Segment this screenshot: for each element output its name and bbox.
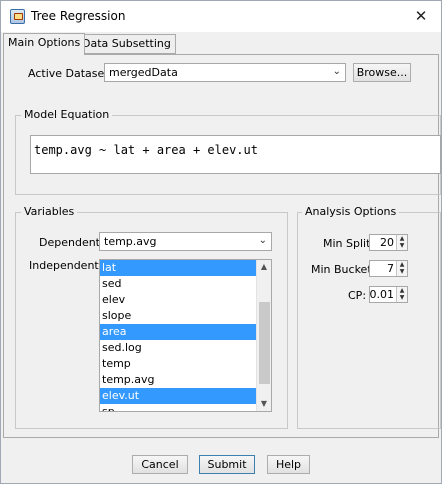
- app-icon: [10, 9, 25, 24]
- list-item-area[interactable]: area: [100, 324, 256, 340]
- model-equation-field[interactable]: temp.avg ~ lat + area + elev.ut: [30, 135, 441, 174]
- tab-main-options[interactable]: Main Options: [3, 33, 86, 55]
- scroll-down-icon[interactable]: ▼: [257, 397, 271, 411]
- scroll-up-icon[interactable]: ▲: [257, 260, 271, 274]
- list-item-sp[interactable]: sp: [100, 404, 256, 411]
- window-title: Tree Regression: [31, 9, 126, 23]
- min-bucket-value: 7: [387, 262, 394, 275]
- title-bar: Tree Regression ✕: [1, 1, 441, 32]
- decrement-icon[interactable]: ▼: [397, 294, 407, 301]
- help-button[interactable]: Help: [267, 455, 310, 474]
- min-bucket-spinner[interactable]: 7 ▲ ▼: [369, 260, 408, 277]
- list-item-sed-log[interactable]: sed.log: [100, 340, 256, 356]
- list-item-temp-avg[interactable]: temp.avg: [100, 372, 256, 388]
- decrement-icon[interactable]: ▼: [397, 242, 407, 249]
- min-split-label: Min Split:: [323, 237, 375, 250]
- close-button[interactable]: ✕: [407, 5, 435, 27]
- list-item-sed[interactable]: sed: [100, 276, 256, 292]
- tree-regression-dialog: Tree Regression ✕ Main Options Data Subs…: [0, 0, 442, 484]
- list-item-elev[interactable]: elev: [100, 292, 256, 308]
- cancel-button[interactable]: Cancel: [132, 455, 188, 474]
- variables-title: Variables: [21, 205, 78, 218]
- decrement-icon[interactable]: ▼: [397, 268, 407, 275]
- active-dataset-label: Active Dataset:: [28, 67, 113, 80]
- increment-icon[interactable]: ▲: [397, 235, 407, 242]
- tab-data-subsetting[interactable]: Data Subsetting: [77, 34, 176, 54]
- model-equation-title: Model Equation: [21, 108, 113, 121]
- list-item-elev-ut[interactable]: elev.ut: [100, 388, 256, 404]
- min-bucket-label: Min Bucket:: [311, 263, 376, 276]
- cp-spinner[interactable]: 0.01 ▲ ▼: [369, 286, 408, 303]
- list-item-lat[interactable]: lat: [100, 260, 256, 276]
- dependent-combo[interactable]: temp.avg ⌄: [99, 232, 272, 251]
- chevron-down-icon: ⌄: [258, 235, 267, 246]
- chevron-down-icon: ⌄: [332, 66, 341, 77]
- cp-label: CP:: [348, 289, 367, 302]
- active-dataset-combo[interactable]: mergedData ⌄: [104, 63, 346, 82]
- list-item-temp[interactable]: temp: [100, 356, 256, 372]
- up-down-arrows-icon: ▲ ▼: [396, 261, 407, 276]
- up-down-arrows-icon: ▲ ▼: [396, 235, 407, 250]
- increment-icon[interactable]: ▲: [397, 287, 407, 294]
- independent-listbox[interactable]: lat sed elev slope area sed.log temp temp.avg el…: [99, 259, 272, 412]
- dependent-value: temp.avg: [104, 235, 157, 248]
- min-split-spinner[interactable]: 20 ▲ ▼: [369, 234, 408, 251]
- listbox-scrollbar[interactable]: ▲ ▼: [256, 260, 271, 411]
- dependent-label: Dependent:: [39, 236, 104, 249]
- analysis-options-title: Analysis Options: [302, 205, 400, 218]
- active-dataset-value: mergedData: [109, 66, 178, 79]
- up-down-arrows-icon: ▲ ▼: [396, 287, 407, 302]
- submit-button[interactable]: Submit: [199, 455, 255, 474]
- cp-value: 0.01: [369, 288, 395, 301]
- browse-button[interactable]: Browse...: [353, 63, 411, 82]
- scrollbar-thumb[interactable]: [259, 302, 270, 384]
- min-split-value: 20: [380, 236, 394, 249]
- increment-icon[interactable]: ▲: [397, 261, 407, 268]
- list-item-slope[interactable]: slope: [100, 308, 256, 324]
- independent-label: Independent:: [29, 259, 103, 272]
